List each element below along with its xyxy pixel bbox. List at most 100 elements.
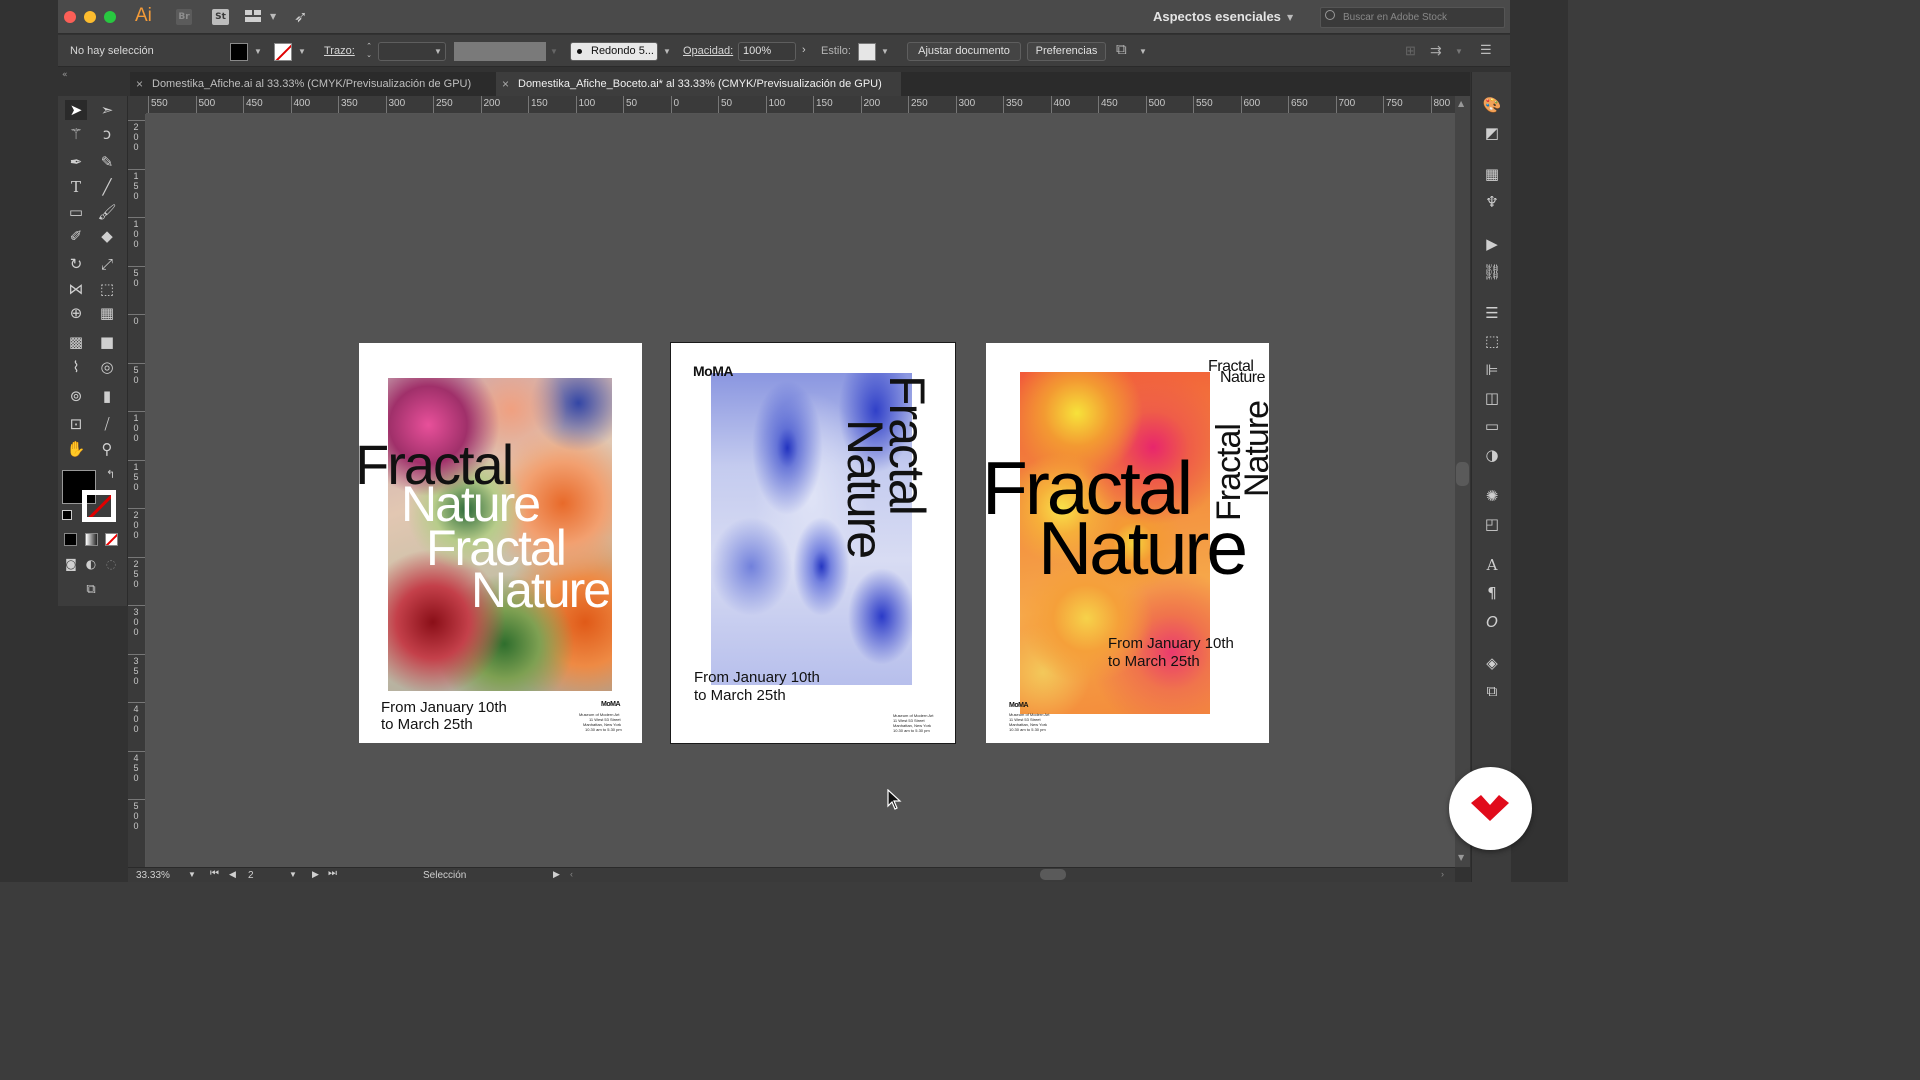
horizontal-ruler[interactable]: 550 500 450 400 350 300 250 200 150 100 50 0 50 100 15… — [146, 96, 1455, 114]
previous-artboard-icon[interactable]: ◀ — [229, 869, 236, 880]
gradient-panel-icon[interactable]: ▭ — [1482, 417, 1502, 435]
free-transform-tool-icon[interactable]: ⬚ — [96, 279, 118, 299]
opacity-input[interactable]: 100% — [738, 42, 796, 61]
zoom-window-button[interactable] — [104, 11, 116, 23]
paragraph-panel-icon[interactable]: ¶ — [1482, 584, 1502, 602]
toolbox-collapse-icon[interactable]: « — [62, 70, 68, 80]
eyedropper-tool-icon[interactable]: ⌇ — [65, 357, 87, 377]
transparency-panel-icon[interactable]: ◑ — [1482, 446, 1502, 464]
tab-domestika-afiche-boceto[interactable]: × Domestika_Afiche_Boceto.ai* al 33.33% … — [496, 72, 901, 96]
opentype-panel-icon[interactable]: O — [1482, 613, 1502, 631]
close-tab-icon[interactable]: × — [136, 72, 143, 96]
transform-icon[interactable]: ⇉ — [1430, 42, 1442, 59]
rotate-tool-icon[interactable]: ↻ — [65, 254, 87, 274]
fit-document-button[interactable]: Ajustar documento — [907, 42, 1021, 61]
selection-tool-icon[interactable]: ➤ — [65, 100, 87, 120]
properties-panel-icon[interactable]: ☰ — [1482, 304, 1502, 322]
stroke-dropdown-icon[interactable]: ▼ — [298, 47, 306, 56]
scroll-down-arrow-icon[interactable]: ▼ — [1458, 853, 1464, 862]
swatches-panel-icon[interactable]: ▦ — [1482, 165, 1502, 183]
layers-panel-icon[interactable]: ◈ — [1482, 654, 1502, 672]
hand-tool-icon[interactable]: ✋ — [65, 439, 87, 459]
artboard-poster-2[interactable]: MoMA Fractal Nature From January 10th to… — [670, 342, 956, 744]
artboards-panel-icon[interactable]: ⧉ — [1482, 682, 1502, 700]
vertical-ruler[interactable]: 2001501005005010015020025030035040045050… — [128, 114, 146, 867]
align-panel-icon[interactable]: ⊫ — [1482, 361, 1502, 379]
artboard-chevron-icon[interactable]: ▼ — [289, 870, 297, 879]
transform-chevron-icon[interactable]: ▼ — [1455, 47, 1463, 56]
artboard-tool-icon[interactable]: ⊡ — [65, 414, 87, 434]
slice-tool-icon[interactable]: ⧸ — [96, 414, 118, 434]
variable-width-profile[interactable] — [454, 42, 546, 61]
artboard-number-input[interactable]: 2 — [248, 870, 254, 881]
opacity-arrow-icon[interactable]: › — [802, 44, 806, 56]
width-tool-icon[interactable]: ⋈ — [65, 279, 87, 299]
none-mode-icon[interactable] — [105, 533, 118, 546]
color-guide-icon[interactable]: ◩ — [1482, 124, 1502, 142]
shaper-tool-icon[interactable]: ✐ — [65, 226, 87, 246]
rectangle-tool-icon[interactable]: ▭ — [65, 202, 87, 222]
color-panel-icon[interactable]: 🎨 — [1482, 96, 1502, 114]
line-segment-tool-icon[interactable]: ╱ — [96, 177, 118, 197]
stroke-label[interactable]: Trazo: — [324, 42, 355, 61]
tab-domestika-afiche[interactable]: × Domestika_Afiche.ai al 33.33% (CMYK/Pr… — [130, 72, 495, 96]
fill-swatch[interactable] — [230, 43, 248, 61]
arrange-documents-icon[interactable] — [245, 10, 261, 22]
transform-panel-icon[interactable]: ⬚ — [1482, 332, 1502, 350]
draw-normal-icon[interactable]: ◙ — [60, 554, 82, 574]
vertical-scroll-thumb[interactable] — [1456, 462, 1469, 486]
horizontal-scroll-thumb[interactable] — [1040, 869, 1066, 880]
appearance-panel-icon[interactable]: ✺ — [1482, 487, 1502, 505]
pen-tool-icon[interactable]: ✒ — [65, 152, 87, 172]
draw-inside-icon[interactable]: ◌ — [100, 554, 122, 574]
first-artboard-icon[interactable]: ⏮ — [210, 868, 219, 879]
status-menu-icon[interactable]: ▶ — [553, 869, 560, 880]
color-mode-icon[interactable] — [64, 533, 77, 546]
swap-fill-stroke-icon[interactable]: ↰ — [106, 468, 115, 481]
curvature-tool-icon[interactable]: ✎ — [96, 152, 118, 172]
type-tool-icon[interactable]: T — [65, 177, 87, 197]
zoom-tool-icon[interactable]: ⚲ — [96, 439, 118, 459]
align-to-selection-icon[interactable]: ⧉ — [1116, 41, 1127, 58]
scroll-right-arrow-icon[interactable]: › — [1441, 869, 1444, 879]
gradient-mode-icon[interactable] — [85, 533, 98, 546]
bridge-button[interactable]: Br — [176, 9, 192, 25]
graphic-styles-panel-icon[interactable]: ◰ — [1482, 515, 1502, 533]
artboard-poster-3[interactable]: Fractal Nature Fractal Nature Fractal Na… — [986, 343, 1269, 743]
workspace-chevron-icon[interactable]: ▼ — [1287, 13, 1293, 22]
graphic-style-swatch[interactable] — [858, 43, 876, 61]
align-chevron-icon[interactable]: ▼ — [1139, 47, 1147, 56]
paintbrush-tool-icon[interactable]: 🖌 — [96, 202, 118, 222]
scale-tool-icon[interactable]: ⤢ — [96, 254, 118, 274]
stock-search-input[interactable]: Buscar en Adobe Stock — [1320, 7, 1505, 28]
fill-dropdown-icon[interactable]: ▼ — [254, 47, 262, 56]
mesh-tool-icon[interactable]: ▩ — [65, 332, 87, 352]
pathfinder-panel-icon[interactable]: ◫ — [1482, 389, 1502, 407]
brush-chevron-icon[interactable]: ▼ — [663, 47, 671, 56]
style-chevron-icon[interactable]: ▼ — [881, 47, 889, 56]
direct-selection-tool-icon[interactable]: ➣ — [96, 100, 118, 120]
arrange-dropdown-chevron-icon[interactable]: ▼ — [270, 12, 276, 21]
eraser-tool-icon[interactable]: ◆ — [96, 226, 118, 246]
gpu-performance-icon[interactable]: ➶ — [294, 7, 307, 26]
stroke-weight-chevron-icon[interactable]: ▼ — [434, 47, 442, 56]
next-artboard-icon[interactable]: ▶ — [312, 869, 319, 880]
zoom-level[interactable]: 33.33% — [136, 870, 170, 881]
blend-tool-icon[interactable]: ◎ — [96, 357, 118, 377]
column-graph-tool-icon[interactable]: ▮ — [96, 386, 118, 406]
zoom-chevron-icon[interactable]: ▼ — [188, 870, 196, 879]
last-artboard-icon[interactable]: ⏭ — [328, 868, 337, 879]
brush-definition[interactable]: Redondo 5... — [570, 42, 658, 61]
actions-panel-icon[interactable]: ▶ — [1482, 235, 1502, 253]
character-panel-icon[interactable]: A — [1482, 556, 1502, 574]
stroke-weight-stepper[interactable]: ⌃ ⌄ — [362, 42, 376, 61]
close-tab-icon[interactable]: × — [502, 72, 509, 96]
gradient-tool-icon[interactable]: ■ — [96, 332, 118, 352]
brushes-panel-icon[interactable]: ♆ — [1482, 193, 1502, 211]
preferences-button[interactable]: Preferencias — [1027, 42, 1106, 61]
artboard-poster-1[interactable]: Fractal Nature Fractal Nature Nature Fro… — [359, 343, 642, 743]
domestika-badge[interactable] — [1449, 767, 1532, 850]
isolate-icon[interactable]: ⊞ — [1405, 43, 1416, 59]
workspace-switcher[interactable]: Aspectos esenciales — [1153, 9, 1281, 24]
stroke-swatch[interactable] — [274, 43, 292, 61]
